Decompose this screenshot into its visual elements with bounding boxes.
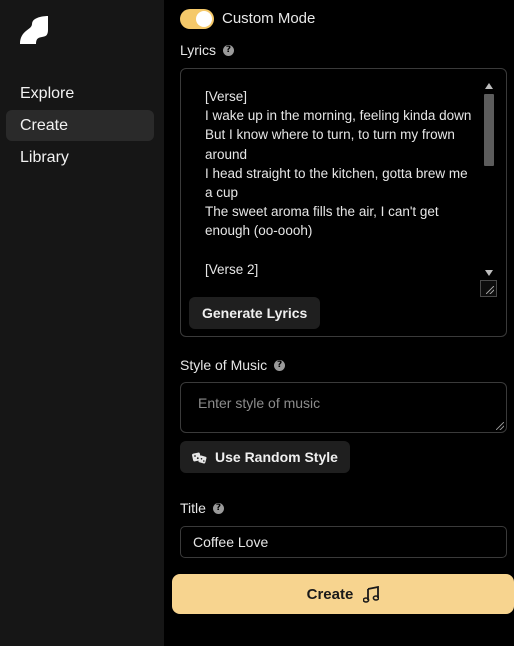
style-of-music-input[interactable]: Enter style of music	[180, 382, 507, 433]
use-random-style-label: Use Random Style	[215, 449, 338, 465]
lyrics-label: Lyrics ?	[180, 42, 235, 58]
dice-icon	[192, 452, 207, 463]
sidebar-item-explore[interactable]: Explore	[6, 78, 154, 109]
generate-lyrics-button[interactable]: Generate Lyrics	[189, 297, 321, 329]
scroll-down-arrow-icon[interactable]	[485, 270, 493, 276]
lyrics-label-text: Lyrics	[180, 42, 217, 58]
sidebar: Explore Create Library	[0, 0, 164, 646]
sidebar-item-library[interactable]: Library	[6, 142, 154, 173]
style-label-text: Style of Music	[180, 357, 268, 373]
scroll-up-arrow-icon[interactable]	[485, 83, 493, 89]
sidebar-item-create[interactable]: Create	[6, 110, 154, 141]
music-note-icon	[363, 585, 380, 603]
lyrics-textarea[interactable]: [Verse] I wake up in the morning, feelin…	[180, 68, 507, 337]
help-icon[interactable]: ?	[212, 502, 224, 514]
help-icon[interactable]: ?	[274, 359, 286, 371]
create-button-label: Create	[306, 585, 354, 603]
style-label: Style of Music ?	[180, 357, 286, 373]
help-icon[interactable]: ?	[223, 44, 235, 56]
toggle-knob	[196, 11, 212, 27]
custom-mode-label: Custom Mode	[222, 10, 316, 27]
use-random-style-button[interactable]: Use Random Style	[180, 441, 350, 473]
scroll-thumb[interactable]	[484, 94, 494, 166]
lyrics-text[interactable]: [Verse] I wake up in the morning, feelin…	[205, 87, 475, 279]
title-label: Title ?	[180, 500, 224, 516]
resize-handle-icon[interactable]	[496, 422, 504, 430]
wave-logo-icon[interactable]	[18, 14, 50, 46]
lyrics-scrollbar[interactable]	[481, 77, 497, 280]
title-input[interactable]: Coffee Love	[180, 526, 507, 558]
title-value[interactable]: Coffee Love	[193, 534, 268, 550]
title-label-text: Title	[180, 500, 206, 516]
create-panel: Custom Mode Lyrics ? [Verse] I wake up i…	[164, 0, 514, 646]
custom-mode-toggle[interactable]	[180, 9, 214, 29]
style-placeholder: Enter style of music	[198, 395, 321, 411]
create-button[interactable]: Create	[172, 574, 514, 614]
resize-handle-icon[interactable]	[480, 280, 497, 297]
